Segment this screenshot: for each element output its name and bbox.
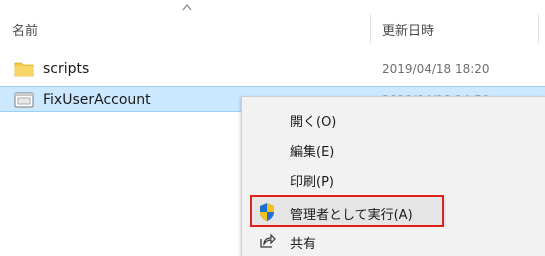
column-separator[interactable] [538,14,539,44]
menu-item-print[interactable]: 印刷(P) [242,165,545,193]
file-name: FixUserAccount [43,92,151,108]
column-separator[interactable] [370,14,371,44]
column-header-bar: 名前 更新日時 [0,0,545,48]
menu-item-label: 共有 [290,237,317,252]
menu-item-label: 開く(O) [290,115,337,130]
menu-item-label: 印刷(P) [290,175,334,190]
column-header-name[interactable]: 名前 [12,20,38,39]
column-header-date-modified[interactable]: 更新日時 [382,20,434,39]
folder-icon [14,62,34,77]
menu-item-label: 編集(E) [290,145,335,160]
file-row-scripts[interactable]: scripts 2019/04/18 18:20 [0,56,545,82]
share-icon [260,233,276,248]
menu-item-edit[interactable]: 編集(E) [242,135,545,163]
file-date: 2019/04/18 18:20 [382,62,490,76]
highlight-annotation-box [250,195,444,227]
sort-ascending-icon [182,3,192,11]
menu-item-share[interactable]: 共有 [242,227,545,255]
script-file-icon [14,92,34,108]
menu-item-open[interactable]: 開く(O) [242,105,545,133]
file-name: scripts [43,61,90,77]
context-menu: 開く(O) 編集(E) 印刷(P) 管理者として実行(A) 共有 [241,96,545,256]
